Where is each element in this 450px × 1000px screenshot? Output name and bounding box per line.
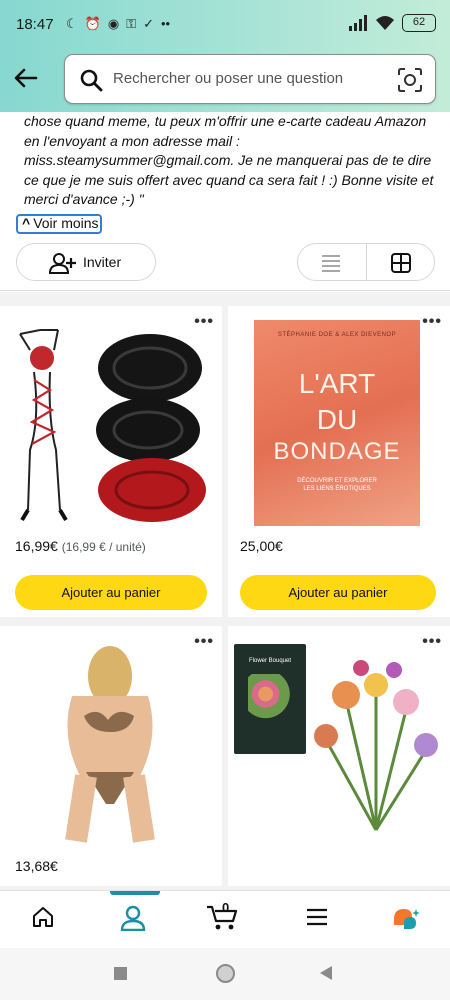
profile-section: chose quand meme, tu peux m'offrir une e… — [0, 112, 450, 292]
profile-icon[interactable] — [120, 905, 146, 931]
book-title-line: L'ART — [298, 368, 376, 399]
wifi-icon — [376, 16, 394, 30]
bottom-navigation: 0 — [0, 890, 450, 948]
product-price: 16,99€ (16,99 € / unité) — [15, 538, 146, 554]
status-right: 62 — [348, 14, 436, 32]
grid-view-icon[interactable] — [390, 252, 412, 274]
book-title-line: DU — [316, 404, 358, 435]
list-view-icon[interactable] — [320, 253, 342, 273]
lego-box-title: Flower Bouquet — [248, 658, 292, 664]
status-time: 18:47 — [16, 16, 54, 33]
voir-moins-label: Voir moins — [33, 215, 99, 231]
toggle-divider — [366, 244, 367, 280]
active-tab-indicator — [110, 891, 160, 895]
section-divider — [0, 290, 450, 291]
system-navigation — [0, 948, 450, 1000]
more-icon: •• — [161, 16, 171, 31]
book-title-line: BONDAGE — [273, 438, 401, 465]
chevron-up-icon: ^ — [22, 215, 31, 231]
search-input[interactable]: Rechercher ou poser une question — [113, 70, 343, 87]
flower-bouquet — [314, 660, 438, 831]
home-system-button[interactable] — [216, 964, 235, 983]
product-price: 25,00€ — [240, 538, 283, 554]
price-value: 16,99€ — [15, 538, 58, 554]
description-line: miss.steamysummer@gmail.com. Je ne manqu… — [24, 152, 432, 168]
moon-icon: ☾ — [66, 16, 78, 31]
product-image[interactable] — [0, 636, 222, 846]
description-line: chose quand meme, tu peux m'offrir une e… — [24, 113, 427, 129]
description-line: merci d'avance ;-) " — [24, 191, 144, 207]
key-icon: ⚿ — [126, 16, 137, 31]
product-card[interactable]: ••• 16,99€ (16,99 € / unité) Ajouter au … — [0, 306, 222, 617]
lego-box: Flower Bouquet — [234, 644, 306, 754]
book-authors: STÉPHANIE DOE & ALEX DIEVENOP — [277, 332, 397, 338]
product-card[interactable]: ••• Flower Bouquet — [228, 626, 450, 886]
home-icon[interactable] — [31, 905, 55, 929]
cart-count: 0 — [222, 900, 230, 915]
menu-icon[interactable] — [305, 905, 329, 929]
product-card[interactable]: ••• STÉPHANIE DOE & ALEX DIEVENOP L'ART … — [228, 306, 450, 617]
invite-label: Inviter — [83, 254, 122, 270]
status-bar: 18:47 ☾ ⏰ ◉ ⚿ ✓ •• 62 — [0, 0, 450, 54]
product-image[interactable] — [0, 310, 222, 530]
camera-scan-icon[interactable] — [397, 67, 423, 93]
battery-indicator: 62 — [402, 14, 436, 32]
description-line: ce que je me suis offert avec quand ca s… — [24, 171, 434, 188]
book-subtitle-line: DÉCOUVRIR ET EXPLORER — [297, 478, 377, 484]
unit-price: (16,99 € / unité) — [61, 540, 146, 554]
view-toggle — [297, 243, 435, 281]
add-person-icon — [49, 253, 76, 274]
description-line: en l'envoyant a mon adresse mail : — [24, 132, 240, 149]
back-arrow-icon[interactable] — [12, 64, 40, 92]
voir-moins-link[interactable]: ^ Voir moins — [16, 214, 102, 234]
rufus-assistant-icon[interactable] — [392, 907, 420, 933]
discord-icon: ◉ — [107, 16, 120, 31]
alarm-icon: ⏰ — [84, 16, 101, 31]
cart-button[interactable]: 0 — [205, 900, 241, 931]
product-image[interactable]: STÉPHANIE DOE & ALEX DIEVENOP L'ART DU B… — [254, 320, 420, 526]
search-bar[interactable]: Rechercher ou poser une question — [64, 54, 436, 104]
price-value: 25,00€ — [240, 538, 283, 554]
check-icon: ✓ — [143, 16, 154, 31]
product-card[interactable]: ••• 13,68€ — [0, 626, 222, 886]
book-subtitle-line: LES LIENS ÉROTIQUES — [303, 486, 371, 492]
invite-button[interactable]: Inviter — [16, 243, 156, 281]
price-value: 13,68€ — [15, 858, 58, 874]
product-image[interactable]: Flower Bouquet — [234, 640, 444, 840]
header: 18:47 ☾ ⏰ ◉ ⚿ ✓ •• 62 Rechercher ou pose… — [0, 0, 450, 112]
product-price: 13,68€ — [15, 858, 58, 874]
status-icons: ☾ ⏰ ◉ ⚿ ✓ •• — [66, 15, 170, 33]
add-to-cart-button[interactable]: Ajouter au panier — [15, 575, 207, 610]
add-to-cart-button[interactable]: Ajouter au panier — [240, 575, 436, 610]
more-options-icon[interactable]: ••• — [422, 314, 442, 330]
lego-box-flowers — [248, 674, 292, 724]
back-system-button[interactable] — [319, 965, 333, 981]
search-icon — [80, 69, 103, 92]
recents-button[interactable] — [114, 967, 127, 980]
profile-description: chose quand meme, tu peux m'offrir une e… — [24, 112, 436, 210]
signal-icon — [349, 15, 367, 31]
